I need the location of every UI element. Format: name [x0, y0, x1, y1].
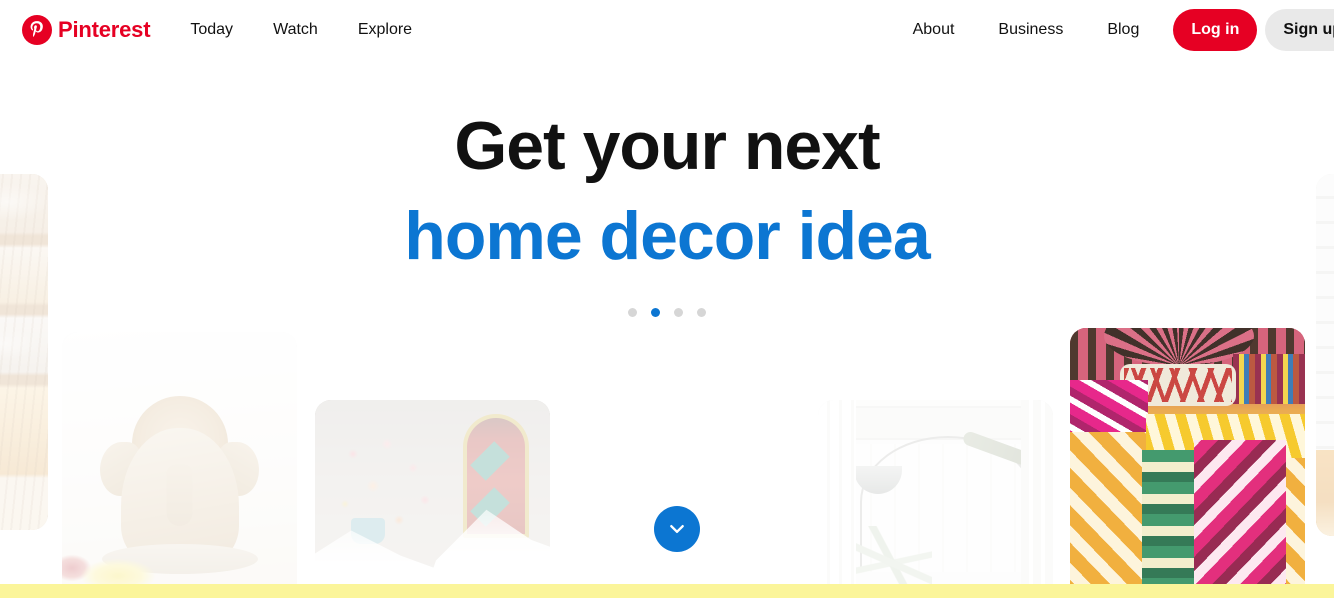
hero-image-ganesha-statue[interactable]	[62, 332, 297, 598]
primary-nav-left: Pinterest Today Watch Explore	[22, 13, 432, 47]
scroll-down-button[interactable]	[654, 506, 700, 552]
image-overlay	[1070, 328, 1305, 598]
carousel-dot-4[interactable]	[697, 308, 706, 317]
nav-item-watch[interactable]: Watch	[259, 13, 332, 47]
image-overlay	[62, 332, 297, 598]
primary-nav-right: About Business Blog Log in Sign up	[891, 0, 1334, 60]
bottom-yellow-banner	[0, 584, 1334, 598]
hero-image-window-flowers[interactable]	[315, 400, 550, 598]
image-overlay	[818, 400, 1053, 598]
nav-item-explore[interactable]: Explore	[344, 13, 426, 47]
login-button[interactable]: Log in	[1173, 9, 1258, 51]
site-header: Pinterest Today Watch Explore About Busi…	[0, 0, 1334, 60]
hero-image-white-brick-wall[interactable]	[1316, 174, 1334, 536]
hero-image-arc-lamp-room[interactable]	[818, 400, 1053, 598]
nav-item-business[interactable]: Business	[984, 13, 1077, 47]
image-overlay	[0, 174, 48, 530]
signup-button[interactable]: Sign up	[1265, 9, 1334, 51]
nav-item-today[interactable]: Today	[176, 13, 247, 47]
carousel-dot-1[interactable]	[628, 308, 637, 317]
hero-image-ikat-pillows[interactable]	[1070, 328, 1305, 598]
pinterest-wordmark: Pinterest	[58, 17, 151, 42]
pinterest-logo[interactable]: Pinterest	[22, 15, 151, 45]
hero-section: Get your next home decor idea	[0, 60, 1334, 598]
nav-item-blog[interactable]: Blog	[1093, 13, 1153, 47]
hero-image-folded-textiles[interactable]	[0, 174, 48, 530]
carousel-dots	[0, 308, 1334, 317]
chevron-down-icon	[666, 518, 688, 540]
pinterest-p-icon	[22, 15, 52, 45]
nav-item-about[interactable]: About	[899, 13, 969, 47]
image-overlay	[315, 400, 550, 598]
carousel-dot-3[interactable]	[674, 308, 683, 317]
carousel-dot-2[interactable]	[651, 308, 660, 317]
image-overlay	[1316, 174, 1334, 536]
